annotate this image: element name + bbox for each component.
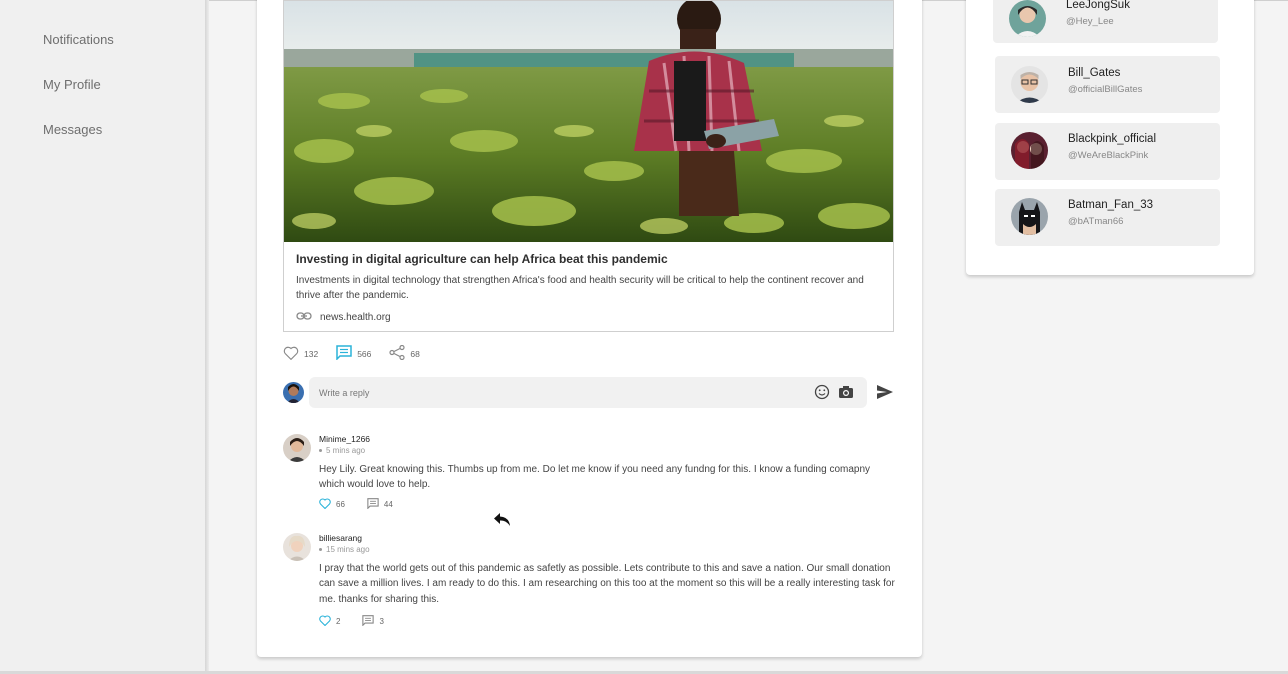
link-title[interactable]: Investing in digital agriculture can hel…: [296, 252, 668, 266]
link-url[interactable]: news.health.org: [320, 312, 391, 323]
like-count: 132: [304, 348, 319, 359]
link-description: Investments in digital technology that s…: [296, 275, 864, 301]
comment-time: 5 mins ago: [319, 446, 365, 455]
comment-like-count: 2: [336, 617, 341, 626]
post-actions: 132 566 68: [283, 344, 438, 362]
comment-time-text: 15 mins ago: [326, 545, 370, 554]
avatar: [283, 382, 304, 403]
comment-username[interactable]: billiesarang: [319, 533, 362, 543]
comment-actions: 66 44: [319, 498, 415, 511]
link-icon: [296, 308, 312, 326]
avatar: [1009, 0, 1046, 37]
comment-text: I pray that the world gets out of this p…: [319, 563, 895, 605]
avatar: [1011, 198, 1048, 235]
user-name: Blackpink_official: [1068, 133, 1157, 145]
like-button[interactable]: 132: [283, 346, 318, 362]
comment-like-button[interactable]: 2: [319, 615, 340, 628]
suggested-users-panel: LeeJongSuk @Hey_Lee Bill_Gates @official…: [966, 0, 1254, 275]
comment-text: Hey Lily. Great knowing this. Thumbs up …: [319, 464, 871, 491]
comment-icon: [367, 498, 379, 511]
emoji-icon[interactable]: [814, 384, 830, 405]
comment-time-text: 5 mins ago: [326, 446, 366, 455]
user-handle: @officialBillGates: [1068, 84, 1143, 95]
user-name: Bill_Gates: [1068, 67, 1121, 79]
user-card[interactable]: Batman_Fan_33 @bATman66: [995, 189, 1220, 246]
share-button[interactable]: 68: [389, 344, 420, 362]
share-count: 68: [410, 348, 420, 359]
avatar: [283, 434, 311, 462]
comment-button[interactable]: 566: [336, 345, 371, 362]
comment-icon: [362, 615, 375, 628]
reply-cursor-icon: [493, 512, 511, 532]
link-url-row[interactable]: news.health.org: [296, 308, 391, 326]
link-preview-card[interactable]: Investing in digital agriculture can hel…: [283, 0, 894, 332]
avatar: [1011, 132, 1048, 169]
sidebar-item-notifications[interactable]: Notifications: [43, 32, 114, 47]
user-card[interactable]: LeeJongSuk @Hey_Lee: [993, 0, 1218, 43]
avatar: [283, 533, 311, 561]
user-card[interactable]: Blackpink_official @WeAreBlackPink: [995, 123, 1220, 180]
comment-actions: 2 3: [319, 615, 406, 628]
comment-reply-count: 3: [379, 617, 384, 626]
comment-like-button[interactable]: 66: [319, 498, 345, 511]
share-icon: [389, 344, 405, 362]
comment-username[interactable]: Minime_1266: [319, 434, 370, 444]
farmer-photo: [284, 1, 893, 242]
comment-reply-button[interactable]: 3: [362, 615, 384, 628]
sidebar-item-messages[interactable]: Messages: [43, 122, 102, 137]
heart-icon: [283, 346, 299, 362]
heart-icon: [319, 615, 331, 628]
user-name: LeeJongSuk: [1066, 0, 1130, 11]
sidebar: Notifications My Profile Messages: [0, 0, 205, 674]
comment-reply-button[interactable]: 44: [367, 498, 393, 511]
sidebar-divider: [205, 0, 209, 674]
user-name: Batman_Fan_33: [1068, 199, 1154, 211]
user-handle: @WeAreBlackPink: [1068, 150, 1149, 161]
camera-icon[interactable]: [838, 384, 854, 405]
comment-icon: [336, 345, 352, 362]
comment-time: 15 mins ago: [319, 545, 370, 554]
user-handle: @Hey_Lee: [1066, 16, 1114, 27]
comment-like-count: 66: [336, 500, 345, 509]
comment-count: 566: [357, 348, 372, 359]
user-card[interactable]: Bill_Gates @officialBillGates: [995, 56, 1220, 113]
heart-icon: [319, 498, 331, 511]
user-handle: @bATman66: [1068, 216, 1124, 227]
comment-reply-count: 44: [383, 500, 393, 509]
send-icon[interactable]: [876, 384, 894, 405]
reply-input[interactable]: [309, 377, 867, 408]
avatar: [1011, 66, 1048, 103]
sidebar-item-my-profile[interactable]: My Profile: [43, 77, 101, 92]
